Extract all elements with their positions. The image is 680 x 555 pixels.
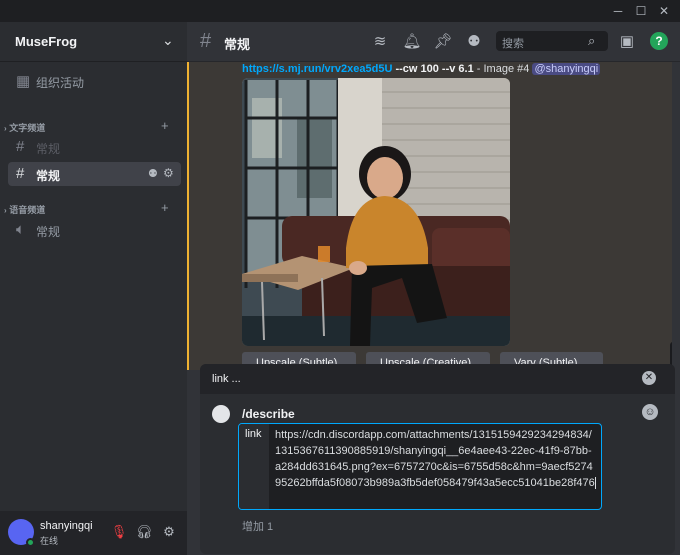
option-name: link bbox=[245, 428, 262, 440]
user-status: 在线 bbox=[40, 536, 59, 546]
headphones-icon[interactable]: 🎧︎ bbox=[135, 523, 153, 541]
channel-sidebar: MuseFrog ⌄ ▦ 组织活动 › 文字频道 + # 常规 # 常规 ⚉ ⚙… bbox=[0, 22, 187, 555]
prompt-line: https://s.mj.run/vrv2xea5d5U --cw 100 --… bbox=[242, 63, 601, 75]
bot-avatar bbox=[212, 405, 230, 423]
hash-icon: # bbox=[200, 30, 212, 52]
chat-area: # 常规 ≋ 🔔︎ 📌︎ ⚉ 搜索 ⌕ ▣ ? https://s.mj.run… bbox=[187, 22, 680, 555]
close-icon[interactable]: ✕ bbox=[642, 371, 656, 385]
category-label: 语音频道 bbox=[9, 205, 46, 215]
mute-icon[interactable]: 🎙︎ bbox=[110, 523, 128, 541]
maximize-button[interactable]: ☐ bbox=[633, 3, 649, 19]
message-item: https://s.mj.run/vrv2xea5d5U --cw 100 --… bbox=[187, 62, 672, 370]
popup-title: link ... bbox=[212, 373, 241, 385]
inbox-icon[interactable]: ▣ bbox=[617, 32, 637, 52]
threads-icon[interactable]: ≋ bbox=[370, 32, 390, 52]
emoji-icon[interactable]: ☺ bbox=[642, 404, 658, 420]
chevron-down-icon[interactable]: ⌄ bbox=[162, 32, 174, 49]
hash-icon: # bbox=[16, 165, 25, 182]
hash-icon: # bbox=[16, 138, 25, 155]
user-mention[interactable]: @shanyingqi bbox=[532, 63, 601, 75]
prompt-params: --cw 100 --v 6.1 bbox=[395, 63, 474, 75]
option-value-text[interactable]: https://cdn.discordapp.com/attachments/1… bbox=[275, 427, 597, 491]
category-label: 文字频道 bbox=[9, 123, 46, 133]
prompt-link[interactable]: https://s.mj.run/vrv2xea5d5U bbox=[242, 63, 392, 75]
popup-header: link ... ✕ bbox=[200, 364, 675, 394]
add-options-label[interactable]: 增加 1 bbox=[242, 518, 273, 534]
guild-header[interactable]: MuseFrog ⌄ bbox=[0, 22, 187, 62]
add-channel-icon[interactable]: + bbox=[161, 200, 169, 215]
search-icon: ⌕ bbox=[588, 33, 596, 48]
title-bar: ─ ☐ ✕ bbox=[0, 0, 680, 22]
option-name-tag: link bbox=[239, 424, 269, 509]
channel-header: # 常规 ≋ 🔔︎ 📌︎ ⚉ 搜索 ⌕ ▣ ? bbox=[187, 22, 680, 62]
image-index: - Image #4 bbox=[476, 63, 530, 75]
generated-image[interactable] bbox=[242, 78, 510, 346]
sidebar-item-label: 常规 bbox=[36, 169, 61, 183]
search-placeholder: 搜索 bbox=[502, 38, 524, 50]
guild-name: MuseFrog bbox=[15, 34, 78, 49]
bell-icon[interactable]: 🔔︎ bbox=[402, 32, 422, 52]
link-option-input[interactable]: link https://cdn.discordapp.com/attachme… bbox=[238, 423, 602, 510]
discord-window: ─ ☐ ✕ MuseFrog ⌄ ▦ 组织活动 › 文字频道 + # 常规 # … bbox=[0, 0, 680, 555]
voice-category-header[interactable]: › 语音频道 + bbox=[4, 200, 169, 216]
members-icon[interactable]: ⚉ bbox=[464, 32, 484, 52]
slash-command-popup: link ... ✕ /describe ☺ link https://cdn.… bbox=[200, 364, 675, 554]
text-category-header[interactable]: › 文字频道 + bbox=[4, 118, 169, 134]
status-indicator bbox=[26, 538, 35, 547]
calendar-icon: ▦ bbox=[16, 73, 31, 90]
pin-icon[interactable]: 📌︎ bbox=[433, 32, 453, 52]
minimize-button[interactable]: ─ bbox=[610, 3, 626, 19]
sidebar-item-voice[interactable]: 🔈︎ 常规 bbox=[8, 218, 181, 242]
sidebar-item-events[interactable]: ▦ 组织活动 bbox=[8, 69, 181, 93]
sidebar-item-channel[interactable]: # 常规 bbox=[8, 135, 181, 159]
command-name: /describe bbox=[242, 407, 295, 421]
sidebar-item-channel-active[interactable]: # 常规 ⚉ ⚙ bbox=[8, 162, 181, 186]
text-caret bbox=[594, 477, 596, 490]
speaker-icon: 🔈︎ bbox=[16, 221, 26, 238]
user-panel: shanyingqi 在线 🎙︎ 🎧︎ ⚙ bbox=[0, 511, 187, 555]
channel-title: 常规 bbox=[224, 37, 251, 52]
username: shanyingqi bbox=[40, 520, 93, 532]
sidebar-item-label: 常规 bbox=[36, 142, 61, 156]
help-icon[interactable]: ? bbox=[650, 32, 668, 50]
search-input[interactable]: 搜索 ⌕ bbox=[496, 31, 608, 51]
add-channel-icon[interactable]: + bbox=[161, 118, 169, 133]
sidebar-item-label: 常规 bbox=[36, 225, 61, 239]
settings-gear-icon[interactable]: ⚙ bbox=[160, 523, 178, 541]
sidebar-item-label: 组织活动 bbox=[36, 76, 85, 90]
mention-highlight-bar bbox=[187, 62, 189, 370]
invite-icon[interactable]: ⚉ bbox=[148, 167, 158, 180]
close-window-button[interactable]: ✕ bbox=[656, 3, 672, 19]
gear-icon[interactable]: ⚙ bbox=[163, 166, 174, 180]
